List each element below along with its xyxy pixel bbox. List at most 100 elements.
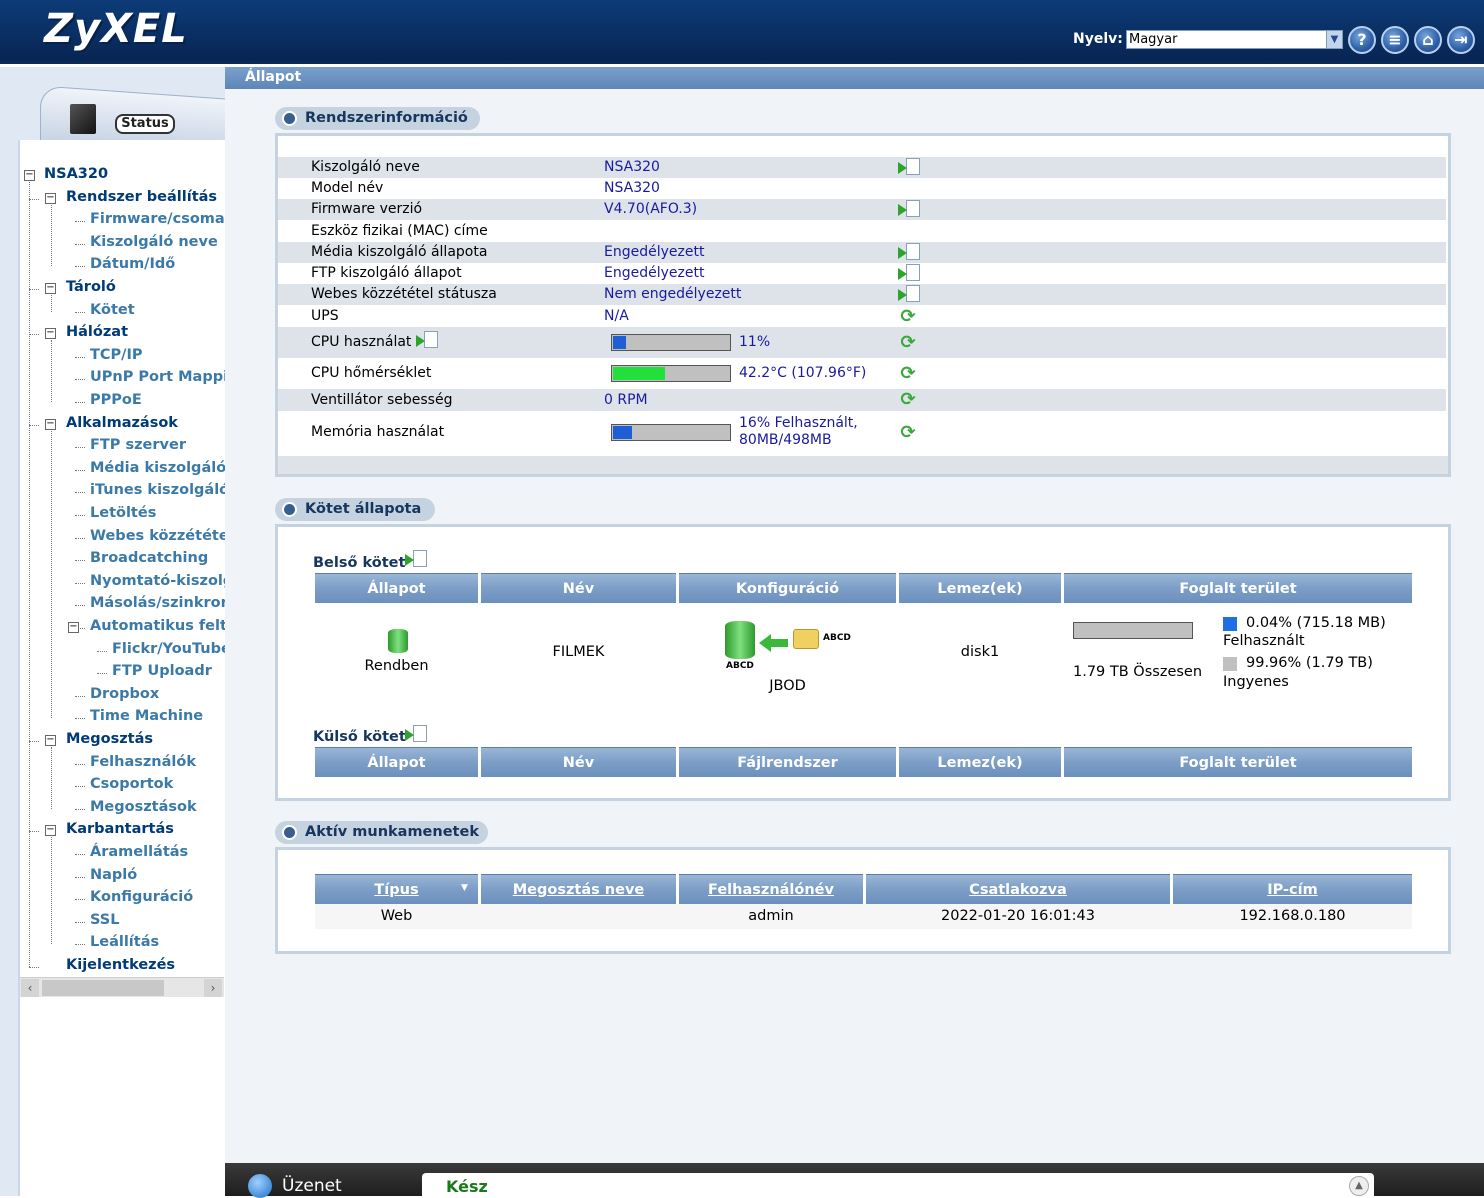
tree-connector — [51, 747, 52, 809]
sidebar-item-flickr-youtube[interactable]: Flickr/YouTube — [112, 641, 231, 657]
sort-connected[interactable]: Csatlakozva — [866, 874, 1170, 904]
volume-section-header[interactable]: Kötet állapota — [275, 498, 435, 521]
chevron-down-icon[interactable]: ▼ — [1326, 31, 1342, 48]
collapse-toggle-icon[interactable]: − — [68, 622, 79, 633]
status-tab-label[interactable]: Status — [115, 114, 175, 134]
logout-icon[interactable]: ⇥ — [1447, 26, 1475, 54]
sort-share-name[interactable]: Megosztás neve — [481, 874, 676, 904]
sidebar-item-tcp-ip[interactable]: TCP/IP — [90, 347, 142, 363]
sysinfo-value: 0 RPM — [604, 392, 648, 408]
sidebar-item-ssl[interactable]: SSL — [90, 912, 119, 928]
col-disks: Lemez(ek) — [899, 573, 1061, 603]
sort-username[interactable]: Felhasználónév — [679, 874, 863, 904]
refresh-icon[interactable]: ⟳ — [898, 390, 918, 410]
sidebar-item-megosztasok[interactable]: Megosztások — [90, 799, 197, 815]
tree-group-kijelentkezes[interactable]: Kijelentkezés — [66, 957, 175, 973]
tree-connector — [75, 221, 85, 223]
tree-group-tarolo[interactable]: Tároló — [66, 279, 116, 295]
sidebar-item-leallitas[interactable]: Leállítás — [90, 934, 159, 950]
home-icon[interactable]: ⌂ — [1414, 26, 1442, 54]
tree-connector — [75, 356, 85, 358]
sidebar-item-ftp-uploadr[interactable]: FTP Uploadr — [112, 663, 212, 679]
sidebar-item-ftp-szerver[interactable]: FTP szerver — [90, 437, 186, 453]
collapse-icon[interactable] — [282, 825, 297, 840]
sidebar-item-itunes-kiszolgalo[interactable]: iTunes kiszolgáló — [90, 482, 229, 498]
sidebar-item-csoportok[interactable]: Csoportok — [90, 776, 173, 792]
collapse-icon[interactable] — [282, 502, 297, 517]
scroll-left-icon[interactable]: ‹ — [21, 979, 39, 997]
help-icon[interactable]: ? — [1348, 26, 1376, 54]
sidebar-item-letoltes[interactable]: Letöltés — [90, 505, 156, 521]
about-icon[interactable]: ≡ — [1381, 26, 1409, 54]
sidebar-item-naplo[interactable]: Napló — [90, 867, 137, 883]
collapse-toggle-icon[interactable]: − — [45, 735, 56, 746]
refresh-icon[interactable]: ⟳ — [898, 364, 918, 384]
message-scroll-up-icon[interactable]: ▲ — [1349, 1176, 1369, 1196]
go-to-settings-icon[interactable] — [898, 264, 920, 282]
collapse-toggle-icon[interactable]: − — [24, 170, 35, 181]
go-to-settings-icon[interactable] — [898, 243, 920, 261]
sidebar-item-konfiguracio[interactable]: Konfiguráció — [90, 889, 193, 905]
scrollbar-thumb[interactable] — [42, 980, 164, 996]
collapse-icon[interactable] — [282, 111, 297, 126]
volume-icon-label: ABCD — [726, 661, 754, 671]
collapse-toggle-icon[interactable]: − — [45, 283, 56, 294]
ext-col-status: Állapot — [315, 747, 478, 777]
sidebar-item-datum-ido[interactable]: Dátum/Idő — [90, 256, 175, 272]
language-select[interactable]: Magyar ▼ — [1126, 30, 1343, 49]
tree-connector — [97, 673, 107, 675]
refresh-icon[interactable]: ⟳ — [898, 423, 918, 443]
col-status: Állapot — [315, 573, 478, 603]
ext-col-used-space: Foglalt terület — [1064, 747, 1412, 777]
message-box — [422, 1173, 1374, 1196]
manage-external-volume-icon[interactable] — [405, 725, 427, 743]
green-arrow-icon — [898, 162, 907, 174]
green-arrow-icon — [898, 204, 907, 216]
nas-device-icon — [70, 104, 96, 134]
collapse-toggle-icon[interactable]: − — [45, 328, 56, 340]
tree-connector — [75, 854, 85, 855]
tree-connector — [75, 492, 85, 494]
tree-group-karbantartas[interactable]: Karbantartás — [66, 821, 174, 837]
sidebar-item-broadcatching[interactable]: Broadcatching — [90, 550, 208, 566]
tree-group-halozat[interactable]: Hálózat — [66, 324, 128, 340]
sidebar-item-dropbox[interactable]: Dropbox — [90, 686, 159, 702]
tree-group-alkalmazasok[interactable]: Alkalmazások — [66, 415, 178, 431]
sidebar-item-pppoe[interactable]: PPPoE — [90, 392, 142, 408]
tree-connector — [75, 402, 85, 403]
sidebar-item-firmware-csomag[interactable]: Firmware/csomag — [90, 211, 235, 227]
manage-internal-volume-icon[interactable] — [405, 550, 427, 568]
used-percentage: 0.04% (715.18 MB) — [1246, 615, 1386, 631]
sort-ip-address[interactable]: IP-cím — [1173, 874, 1412, 904]
sidebar-horizontal-scrollbar[interactable]: ‹ › — [20, 977, 224, 997]
sidebar-item-aramellatas[interactable]: Áramellátás — [90, 844, 188, 860]
sort-indicator-icon: ▼ — [461, 883, 468, 893]
sidebar-item-kotet[interactable]: Kötet — [90, 302, 135, 318]
table-row: CPU használat 11% ⟳ — [278, 327, 1446, 358]
sidebar-item-felhasznalok[interactable]: Felhasználók — [90, 754, 196, 770]
tree-group-rendszer-beallitas[interactable]: Rendszer beállítás — [66, 189, 217, 205]
sidebar-item-kiszolgalo-neve[interactable]: Kiszolgáló neve — [90, 234, 218, 250]
collapse-toggle-icon[interactable]: − — [45, 418, 56, 430]
tree-group-megosztas[interactable]: Megosztás — [66, 731, 153, 747]
go-to-settings-icon[interactable] — [898, 285, 920, 303]
cpu-details-icon[interactable] — [416, 331, 438, 349]
sysinfo-value: Engedélyezett — [604, 244, 705, 260]
page-icon — [424, 331, 438, 348]
tree-root-nsa320[interactable]: NSA320 — [44, 166, 108, 182]
sidebar-item-media-kiszolgalo[interactable]: Média kiszolgáló — [90, 460, 226, 476]
refresh-icon[interactable]: ⟳ — [898, 333, 918, 353]
sidebar-item-time-machine[interactable]: Time Machine — [90, 708, 203, 724]
tree-connector — [75, 582, 85, 584]
refresh-icon[interactable]: ⟳ — [898, 307, 918, 327]
collapse-toggle-icon[interactable]: − — [45, 825, 56, 837]
go-to-settings-icon[interactable] — [898, 200, 920, 218]
scroll-right-icon[interactable]: › — [204, 979, 222, 997]
table-row: Ventillátor sebesség 0 RPM ⟳ — [278, 389, 1446, 411]
go-to-settings-icon[interactable] — [898, 158, 920, 176]
sysinfo-section-header[interactable]: Rendszerinformáció — [275, 107, 480, 130]
collapse-toggle-icon[interactable]: − — [45, 192, 56, 204]
sessions-section-header[interactable]: Aktív munkamenetek — [275, 821, 488, 844]
sidebar-item-webes-kozzetetel[interactable]: Webes közzététel — [90, 528, 234, 544]
sort-type[interactable]: Típus — [315, 874, 478, 904]
